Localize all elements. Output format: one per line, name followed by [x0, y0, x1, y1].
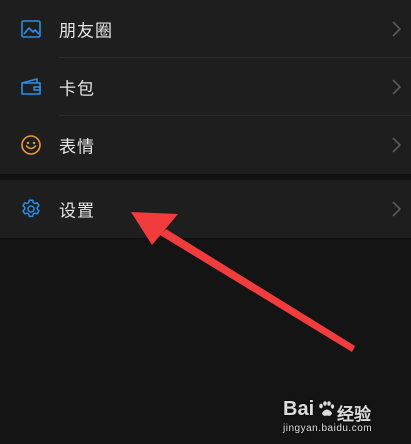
chevron-right-icon — [392, 79, 401, 95]
smiley-face-icon — [21, 135, 41, 155]
card-wallet-icon — [21, 78, 41, 95]
moments-image-icon — [21, 20, 41, 38]
watermark-brand-suffix: 经验 — [337, 405, 371, 424]
menu-item-label: 朋友圈 — [59, 21, 113, 42]
menu-item-label: 表情 — [59, 137, 95, 158]
menu-item-label: 卡包 — [59, 79, 95, 100]
menu-item-label: 设置 — [59, 201, 95, 222]
chevron-right-icon — [392, 137, 401, 153]
baidu-jingyan-watermark: Bai 经验 jingyan.baidu.com — [283, 398, 403, 438]
chevron-right-icon — [392, 21, 401, 37]
menu-item-card-wallet[interactable]: 卡包 — [0, 58, 411, 116]
menu-item-stickers[interactable]: 表情 — [0, 116, 411, 174]
watermark-brand: Bai — [283, 398, 315, 420]
gear-icon — [22, 199, 40, 218]
menu-item-settings[interactable]: 设置 — [0, 180, 411, 238]
me-menu-list: 朋友圈 卡包 表情 设置 — [0, 0, 411, 238]
menu-item-moments[interactable]: 朋友圈 — [0, 0, 411, 58]
watermark-url: jingyan.baidu.com — [283, 423, 373, 434]
chevron-right-icon — [392, 201, 401, 217]
paw-icon — [319, 401, 335, 416]
